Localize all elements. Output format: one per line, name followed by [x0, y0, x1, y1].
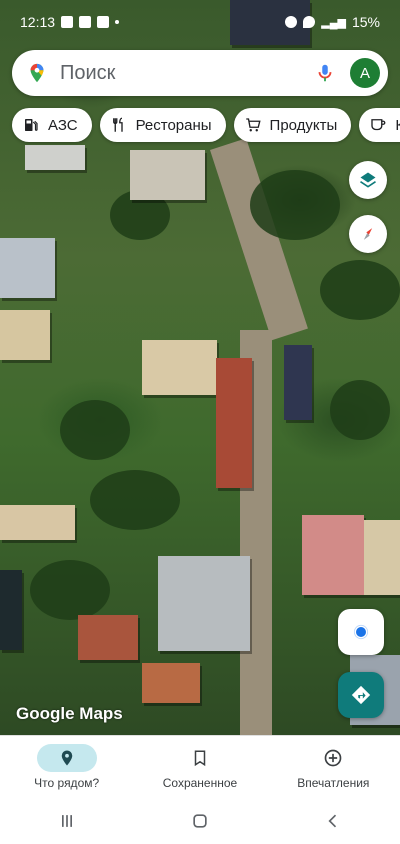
alarm-icon	[285, 16, 298, 28]
chip-gas-stations[interactable]: АЗС	[12, 108, 92, 142]
status-time: 12:13	[20, 14, 56, 30]
plus-circle-icon	[324, 749, 342, 767]
search-placeholder[interactable]: Поиск	[60, 62, 314, 85]
tab-label: Что рядом?	[34, 776, 100, 790]
tab-explore[interactable]: Что рядом?	[0, 736, 133, 798]
battery-percent: 15%	[351, 14, 380, 30]
chip-label: АЗС	[48, 116, 78, 134]
chip-groceries[interactable]: Продукты	[233, 108, 352, 142]
restaurant-icon	[112, 117, 123, 132]
my-location-button[interactable]	[338, 609, 384, 655]
chip-restaurants[interactable]: Рестораны	[99, 108, 226, 142]
account-avatar[interactable]: A	[350, 58, 380, 88]
system-navigation-bar	[0, 797, 400, 844]
chip-cafes[interactable]: К	[359, 108, 400, 142]
recent-apps-icon[interactable]	[57, 811, 77, 831]
location-pin-icon	[61, 750, 72, 766]
image-icon	[97, 16, 110, 28]
home-icon[interactable]	[190, 811, 210, 831]
layers-icon	[360, 172, 376, 188]
layers-button[interactable]	[349, 161, 387, 199]
gas-station-icon	[25, 119, 38, 131]
compass-button[interactable]	[349, 215, 387, 253]
message-icon	[61, 16, 74, 28]
signal-icon: ▂▄▆	[321, 16, 346, 29]
location-icon	[303, 16, 316, 28]
back-icon[interactable]	[323, 811, 343, 831]
directions-button[interactable]	[338, 672, 384, 718]
tab-saved[interactable]: Сохраненное	[133, 736, 266, 798]
category-chips: АЗС Рестораны Продукты К	[12, 108, 400, 142]
more-dot-icon	[115, 20, 120, 24]
my-location-icon	[353, 624, 369, 640]
bottom-navigation: Что рядом? Сохраненное Впечатления	[0, 735, 400, 798]
cart-icon	[245, 118, 261, 132]
tab-contribute[interactable]: Впечатления	[267, 736, 400, 798]
tab-label: Сохраненное	[162, 776, 238, 790]
chip-label: К	[395, 116, 400, 134]
tab-label: Впечатления	[297, 776, 370, 790]
bookmark-icon	[194, 750, 206, 767]
microphone-icon[interactable]	[314, 62, 336, 84]
status-bar: 12:13 ▂▄▆ 15%	[0, 0, 400, 44]
google-maps-logo: Google Maps	[16, 704, 123, 723]
cafe-icon	[371, 119, 386, 131]
search-bar[interactable]: Поиск A	[12, 50, 388, 96]
notification-icon	[79, 16, 92, 28]
chip-label: Рестораны	[135, 116, 212, 134]
chip-label: Продукты	[269, 116, 338, 134]
directions-icon	[351, 685, 371, 705]
google-maps-pin-icon	[30, 63, 44, 83]
compass-icon	[363, 228, 373, 240]
